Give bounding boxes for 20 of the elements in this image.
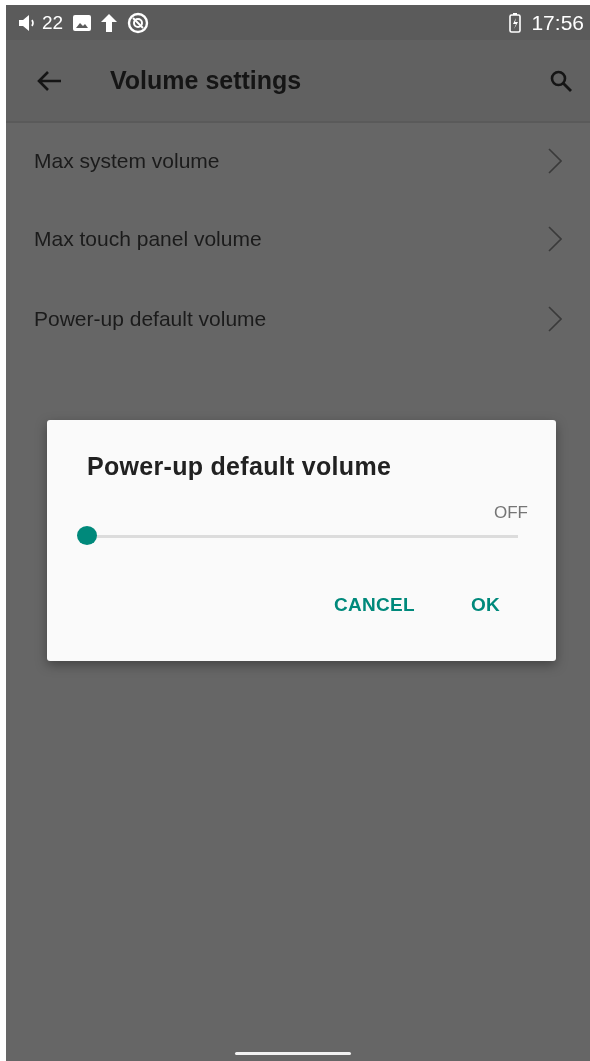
data-saver-icon [127,11,150,34]
slider-thumb[interactable] [77,525,97,545]
settings-item[interactable]: Max touch panel volume [6,199,590,279]
chevron-right-icon [548,226,562,252]
dialog-title: Power-up default volume [87,452,393,481]
chevron-right-icon [548,148,562,174]
volume-reading: OFF [494,503,528,523]
settings-item[interactable]: Power-up default volume [6,279,590,359]
settings-item[interactable]: Max system volume [6,123,590,199]
cancel-button[interactable]: CANCEL [333,594,415,616]
screen-title: Volume settings [110,66,303,95]
chevron-right-icon [548,306,562,332]
upload-arrow-icon [101,13,118,32]
image-icon [73,14,92,31]
clock: 17:56 [531,10,584,35]
ok-button[interactable]: OK [470,594,500,616]
search-button[interactable] [550,69,572,92]
battery-charging-icon [509,12,522,33]
back-button[interactable] [36,69,62,92]
volume-level: 22 [42,11,64,34]
